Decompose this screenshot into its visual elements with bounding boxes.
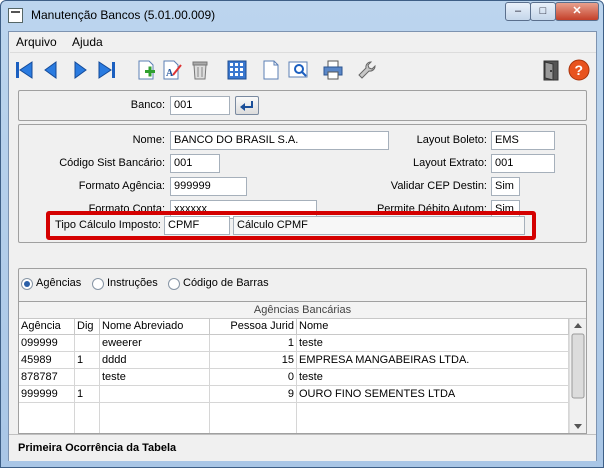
- maximize-button[interactable]: □: [530, 2, 556, 21]
- table-cell[interactable]: EMPRESA MANGABEIRAS LTDA.: [297, 352, 569, 369]
- scroll-up-icon[interactable]: [574, 323, 582, 328]
- formato-agencia-label: Formato Agência:: [78, 180, 165, 192]
- exit-door-icon[interactable]: [539, 58, 563, 82]
- agencias-grid: Agências Bancárias Agência Dig Nome Abre…: [18, 301, 587, 434]
- table-cell[interactable]: [75, 335, 100, 352]
- previous-record-icon[interactable]: [39, 58, 63, 82]
- table-cell[interactable]: 999999: [19, 386, 75, 403]
- col-header-agencia[interactable]: Agência: [19, 319, 75, 335]
- table-cell[interactable]: 1: [75, 352, 100, 369]
- tipo-calculo-highlight: Tipo Cálculo Imposto: CPMF Cálculo CPMF: [46, 211, 536, 240]
- table-empty-cell: [75, 403, 100, 433]
- table-cell[interactable]: 1: [210, 335, 297, 352]
- codigo-sist-input[interactable]: 001: [170, 154, 220, 173]
- printer-icon[interactable]: [321, 58, 345, 82]
- app-icon: [8, 8, 23, 23]
- radio-codigo-barras[interactable]: [168, 278, 180, 290]
- menu-bar: Arquivo Ajuda: [9, 32, 596, 52]
- table-cell[interactable]: 9: [210, 386, 297, 403]
- table-cell[interactable]: 878787: [19, 369, 75, 386]
- layout-boleto-input[interactable]: EMS: [491, 131, 555, 150]
- validar-cep-label: Validar CEP Destin:: [390, 180, 487, 192]
- grid-title: Agências Bancárias: [19, 302, 586, 319]
- calculator-icon[interactable]: [225, 58, 249, 82]
- banco-label: Banco:: [130, 99, 165, 111]
- col-header-pessoa-jurid[interactable]: Pessoa Jurid: [210, 319, 297, 335]
- table-cell[interactable]: teste: [297, 369, 569, 386]
- radio-agencias-label: Agências: [36, 277, 82, 289]
- minimize-button[interactable]: –: [505, 2, 531, 21]
- table-cell[interactable]: [75, 369, 100, 386]
- col-header-nome-abreviado[interactable]: Nome Abreviado: [100, 319, 210, 335]
- preview-icon[interactable]: [286, 58, 310, 82]
- radio-agencias[interactable]: [21, 278, 33, 290]
- svg-text:?: ?: [575, 62, 584, 78]
- table-cell[interactable]: 0: [210, 369, 297, 386]
- col-header-dig[interactable]: Dig: [75, 319, 100, 335]
- svg-text:A: A: [166, 68, 174, 79]
- table-empty-cell: [297, 403, 569, 433]
- radio-codigo-barras-label: Código de Barras: [183, 277, 269, 289]
- table-empty-cell: [19, 403, 75, 433]
- codigo-sist-label: Código Sist Bancário:: [59, 157, 165, 169]
- tipo-calculo-description: Cálculo CPMF: [233, 216, 525, 235]
- layout-extrato-input[interactable]: 001: [491, 154, 555, 173]
- table-empty-cell: [100, 403, 210, 433]
- table-cell[interactable]: dddd: [100, 352, 210, 369]
- table-cell[interactable]: 1: [75, 386, 100, 403]
- client-area: Arquivo Ajuda A ? Banco: 001 Nome: BANCO…: [8, 31, 597, 461]
- window-title: Manutenção Bancos (5.01.00.009): [31, 8, 216, 22]
- banco-panel: Banco: 001: [18, 90, 587, 121]
- table-cell[interactable]: 45989: [19, 352, 75, 369]
- app-window: Manutenção Bancos (5.01.00.009) – □ ✕ Ar…: [0, 0, 604, 468]
- tipo-calculo-label: Tipo Cálculo Imposto:: [55, 219, 161, 231]
- enter-arrow-icon: [240, 101, 253, 111]
- col-header-nome[interactable]: Nome: [297, 319, 569, 335]
- table-empty-cell: [210, 403, 297, 433]
- help-icon[interactable]: ?: [567, 58, 591, 82]
- toolbar: A ?: [10, 52, 596, 88]
- tipo-calculo-code-input[interactable]: CPMF: [164, 216, 230, 235]
- delete-trash-icon[interactable]: [188, 58, 212, 82]
- new-document-icon[interactable]: [134, 58, 158, 82]
- formato-agencia-input[interactable]: 999999: [170, 177, 247, 196]
- first-record-icon[interactable]: [12, 58, 36, 82]
- status-bar: Primeira Ocorrência da Tabela: [9, 434, 596, 461]
- table-cell[interactable]: eweerer: [100, 335, 210, 352]
- banco-input[interactable]: 001: [170, 96, 230, 115]
- nome-label: Nome:: [132, 134, 165, 146]
- blank-document-icon[interactable]: [259, 58, 283, 82]
- radio-instrucoes[interactable]: [92, 278, 104, 290]
- status-text: Primeira Ocorrência da Tabela: [18, 442, 177, 454]
- table-cell[interactable]: 099999: [19, 335, 75, 352]
- last-record-icon[interactable]: [95, 58, 119, 82]
- scroll-thumb[interactable]: [571, 333, 585, 399]
- wrench-icon[interactable]: [355, 58, 379, 82]
- table-cell[interactable]: OURO FINO SEMENTES LTDA: [297, 386, 569, 403]
- table-cell[interactable]: 15: [210, 352, 297, 369]
- menu-arquivo[interactable]: Arquivo: [16, 35, 57, 49]
- next-record-icon[interactable]: [68, 58, 92, 82]
- table-cell[interactable]: teste: [297, 335, 569, 352]
- edit-text-icon[interactable]: A: [160, 58, 184, 82]
- radio-instrucoes-label: Instruções: [107, 277, 158, 289]
- menu-ajuda[interactable]: Ajuda: [72, 35, 103, 49]
- grid-vertical-scrollbar[interactable]: [569, 319, 586, 433]
- table-cell[interactable]: [100, 386, 210, 403]
- layout-boleto-label: Layout Boleto:: [416, 134, 487, 146]
- validar-cep-input[interactable]: Sim: [491, 177, 520, 196]
- nome-input[interactable]: BANCO DO BRASIL S.A.: [170, 131, 389, 150]
- close-button[interactable]: ✕: [555, 2, 599, 21]
- layout-extrato-label: Layout Extrato:: [413, 157, 487, 169]
- go-button[interactable]: [235, 96, 259, 115]
- scroll-down-icon[interactable]: [574, 424, 582, 429]
- table-cell[interactable]: teste: [100, 369, 210, 386]
- title-bar[interactable]: Manutenção Bancos (5.01.00.009) – □ ✕: [1, 1, 603, 31]
